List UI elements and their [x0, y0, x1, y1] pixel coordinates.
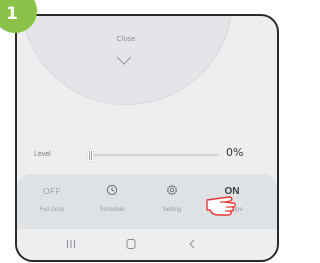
- level-value: 0%: [226, 146, 244, 159]
- full-close-button[interactable]: OFF Full close: [28, 174, 76, 229]
- level-slider-thumb[interactable]: [87, 149, 94, 162]
- setting-label: Setting: [162, 207, 182, 213]
- pointing-hand-icon: [206, 196, 236, 216]
- gear-icon: [167, 184, 177, 196]
- step-number: 1: [6, 4, 18, 24]
- close-label: Close: [116, 34, 136, 43]
- setting-button[interactable]: Setting: [148, 174, 196, 229]
- schedule-label: Schedule: [99, 207, 125, 213]
- clock-icon: [106, 184, 118, 196]
- recents-icon[interactable]: [61, 237, 81, 251]
- back-icon[interactable]: [182, 237, 202, 251]
- chevron-down-icon[interactable]: [113, 54, 135, 68]
- full-close-label: Full close: [39, 207, 65, 213]
- home-icon[interactable]: [121, 237, 141, 251]
- phone-screen: Close Level 0% OFF Full close Schedule S…: [15, 14, 279, 262]
- system-nav-bar: [17, 231, 277, 260]
- schedule-button[interactable]: Schedule: [88, 174, 136, 229]
- level-label: Level: [34, 151, 51, 158]
- level-slider-track[interactable]: [86, 154, 219, 156]
- off-icon: OFF: [43, 186, 61, 196]
